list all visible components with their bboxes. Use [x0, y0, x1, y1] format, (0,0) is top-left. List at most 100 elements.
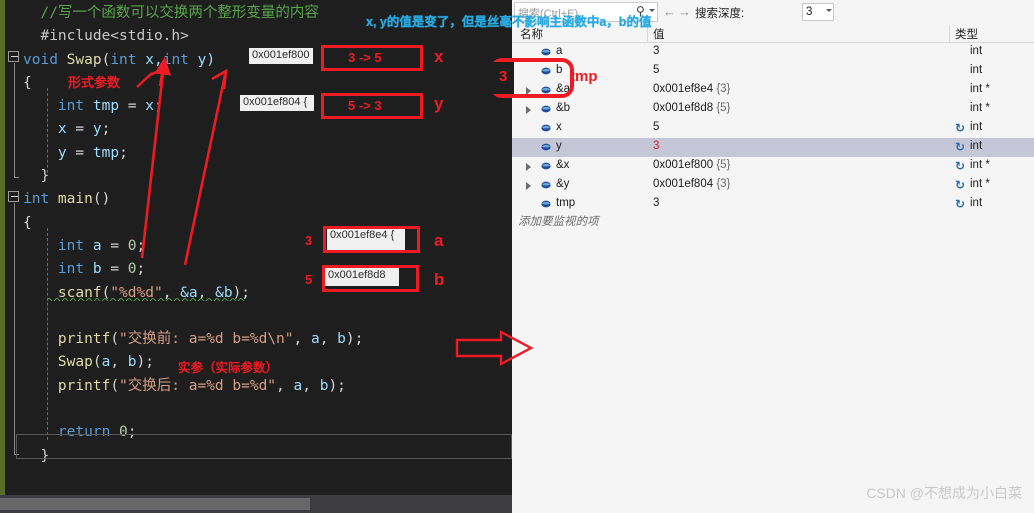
watch-cell-type: int * [970, 178, 990, 190]
code-line[interactable]: scanf("%d%d", &a, &b); [23, 282, 363, 305]
code-token: void [23, 51, 67, 68]
add-watch-hint[interactable]: 添加要监视的项 [518, 213, 599, 229]
editor-hscroll-thumb[interactable] [0, 498, 310, 510]
code-token: ; [119, 144, 128, 161]
code-token: //写一个函数可以交换两个整形变量的内容 [40, 5, 319, 21]
code-token: y [92, 121, 102, 138]
code-token: b [337, 331, 346, 348]
code-token: int [57, 261, 85, 278]
code-line[interactable]: x = y; [23, 118, 363, 141]
code-token: x, [136, 51, 163, 68]
code-line[interactable]: } [23, 445, 363, 468]
code-token: return [57, 424, 111, 441]
watch-cell-value[interactable]: 5 [653, 121, 659, 133]
watch-row[interactable]: y 3 ↻ int [512, 138, 1034, 157]
code-token: x [145, 98, 154, 115]
code-token: int [162, 51, 189, 68]
code-token: = [101, 237, 128, 254]
expand-chevron-right-icon[interactable] [526, 182, 531, 190]
column-header-type[interactable]: 类型 [955, 26, 978, 42]
column-divider-2[interactable] [949, 25, 950, 43]
code-token: = [66, 121, 93, 138]
expand-chevron-right-icon[interactable] [526, 106, 531, 114]
editor-gutter[interactable] [5, 0, 23, 495]
code-token: printf [57, 331, 111, 348]
tooltip-x-address: 0x001ef800 [249, 48, 313, 64]
watch-cell-name: y [556, 140, 562, 152]
code-line[interactable]: printf("交换前: a=%d b=%d\n", a, b); [23, 328, 363, 351]
code-token: printf [57, 377, 111, 394]
code-token: ( [110, 377, 120, 394]
scope-line-main [14, 203, 19, 455]
watch-cell-value[interactable]: 0x001ef804 {3} [653, 178, 730, 190]
refresh-icon[interactable]: ↻ [955, 121, 965, 135]
code-token: "交换后: a=%d b=%d" [119, 377, 277, 394]
code-line[interactable]: } [23, 165, 363, 188]
watch-cell-value[interactable]: 0x001ef800 {5} [653, 159, 730, 171]
label-x-transition: 3 -> 5 [348, 50, 382, 65]
watch-cell-value[interactable]: 3 [653, 197, 659, 209]
box-b-address [322, 265, 419, 292]
label-y-transition: 5 -> 3 [348, 98, 382, 113]
value-b: 5 [305, 272, 313, 287]
watch-cell-value[interactable]: 3 [653, 45, 659, 57]
code-token: Swap [66, 51, 102, 68]
watch-row[interactable]: a 3 int [512, 43, 1034, 62]
watch-cell-type: int * [970, 159, 990, 171]
fold-toggle-main[interactable] [8, 191, 19, 202]
code-token: , [276, 377, 294, 394]
watch-cell-value[interactable]: 3 [653, 140, 659, 152]
watch-cell-value[interactable]: 5 [653, 64, 659, 76]
column-header-value[interactable]: 值 [653, 26, 665, 42]
watch-row[interactable]: &y 0x001ef804 {3} ↻ int * [512, 176, 1034, 195]
label-tmp: tmp [570, 68, 598, 85]
label-y: y [434, 94, 444, 113]
watch-cell-type: int [970, 197, 983, 209]
code-token: #include<stdio.h> [40, 28, 189, 45]
label-a: a [434, 231, 444, 250]
editor-horizontal-scrollbar[interactable] [0, 495, 512, 513]
tooltip-y-address: 0x001ef804 { [240, 95, 314, 111]
code-line[interactable] [23, 398, 363, 421]
watch-cell-name: a [556, 45, 563, 57]
code-line[interactable]: y = tmp; [23, 142, 363, 165]
code-token: tmp [92, 98, 120, 115]
code-line[interactable]: //写一个函数可以交换两个整形变量的内容 [23, 2, 363, 25]
code-line[interactable] [23, 305, 363, 328]
code-token: b [127, 354, 137, 371]
watch-row[interactable]: x 5 ↻ int [512, 119, 1034, 138]
code-line[interactable]: return 0; [23, 421, 363, 444]
refresh-icon[interactable]: ↻ [955, 159, 965, 173]
code-token: , [110, 354, 128, 371]
watch-row[interactable]: tmp 3 ↻ int [512, 195, 1034, 214]
search-depth-select[interactable]: 3 [802, 3, 834, 21]
code-line[interactable]: #include<stdio.h> [23, 25, 363, 48]
watch-row[interactable]: &b 0x001ef8d8 {5} int * [512, 100, 1034, 119]
code-token: tmp [92, 144, 120, 161]
code-line[interactable]: { [23, 212, 363, 235]
code-line[interactable]: printf("交换后: a=%d b=%d", a, b); [23, 375, 363, 398]
code-token: y) [188, 51, 216, 68]
expand-chevron-right-icon[interactable] [526, 163, 531, 171]
fold-toggle-swap[interactable] [8, 51, 19, 62]
code-line[interactable]: int a = 0; [23, 235, 363, 258]
refresh-icon[interactable]: ↻ [955, 140, 965, 154]
refresh-icon[interactable]: ↻ [955, 178, 965, 192]
nav-back-icon[interactable]: ← [663, 4, 676, 20]
watch-row[interactable]: &x 0x001ef800 {5} ↻ int * [512, 157, 1034, 176]
code-line[interactable]: int b = 0; [23, 258, 363, 281]
code-token: { [23, 74, 32, 91]
watch-cell-name: x [556, 121, 562, 133]
search-depth-chevron-down-icon[interactable] [826, 9, 832, 12]
nav-forward-icon[interactable]: → [678, 4, 691, 20]
watch-cell-value[interactable]: 0x001ef8e4 {3} [653, 83, 730, 95]
variable-icon [541, 162, 551, 170]
block-arrow-to-note [455, 330, 534, 366]
refresh-icon[interactable]: ↻ [955, 197, 965, 211]
code-token: ; [136, 261, 146, 278]
code-line[interactable]: int main() [23, 188, 363, 211]
code-token: ; [136, 237, 146, 254]
watch-cell-value[interactable]: 0x001ef8d8 {5} [653, 102, 730, 114]
